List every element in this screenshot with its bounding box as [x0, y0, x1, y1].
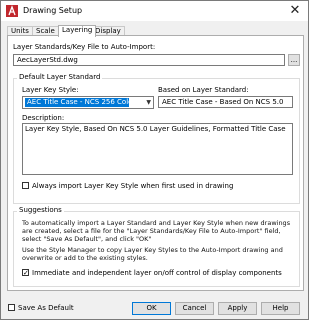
checkmark-icon: ✓: [23, 269, 29, 277]
immediate-control-checkbox[interactable]: ✓: [22, 269, 29, 277]
close-button[interactable]: ✕: [282, 1, 308, 21]
layer-file-label: Layer Standards/Key File to Auto-Import:: [13, 43, 156, 51]
tab-layering[interactable]: Layering: [58, 25, 97, 37]
apply-button[interactable]: Apply: [218, 302, 257, 315]
browse-button[interactable]: ...: [288, 54, 300, 66]
always-import-label: Always import Layer Key Style when first…: [32, 182, 234, 190]
layer-key-style-select[interactable]: AEC Title Case - NCS 256 Color *current …: [22, 96, 154, 109]
title-bar: Drawing Setup ✕: [1, 1, 308, 21]
window-title: Drawing Setup: [23, 6, 83, 15]
suggestions-paragraph-1: To automatically import a Layer Standard…: [22, 219, 291, 243]
chevron-down-icon: ▼: [146, 99, 151, 106]
layer-key-style-value: AEC Title Case - NCS 256 Color *current: [25, 98, 129, 107]
suggestions-paragraph-2: Use the Style Manager to copy Layer Key …: [22, 246, 283, 262]
description-label: Description:: [22, 114, 65, 122]
layer-key-style-label: Layer Key Style:: [22, 86, 79, 94]
autocad-logo-icon: [6, 5, 18, 17]
description-textarea[interactable]: Layer Key Style, Based On NCS 5.0 Layer …: [22, 123, 293, 175]
tab-bar: Units Scale Layering Display: [7, 25, 303, 37]
layering-panel: Layer Standards/Key File to Auto-Import:…: [7, 35, 304, 291]
layer-file-input[interactable]: AecLayerStd.dwg: [13, 54, 285, 66]
immediate-control-label: Immediate and independent layer on/off c…: [32, 269, 282, 277]
ok-button[interactable]: OK: [132, 302, 171, 315]
help-button[interactable]: Help: [261, 302, 300, 315]
based-on-label: Based on Layer Standard:: [158, 86, 249, 94]
suggestions-title: Suggestions: [17, 206, 64, 214]
close-icon: ✕: [289, 3, 301, 18]
drawing-setup-dialog: Drawing Setup ✕ Units Scale Layering Dis…: [0, 0, 309, 320]
cancel-button[interactable]: Cancel: [175, 302, 214, 315]
default-layer-standard-title: Default Layer Standard: [17, 73, 103, 81]
save-as-default-label: Save As Default: [18, 304, 74, 312]
save-as-default-checkbox[interactable]: [8, 304, 15, 311]
always-import-checkbox[interactable]: [22, 182, 29, 189]
based-on-field: AEC Title Case - Based On NCS 5.0: [158, 96, 293, 108]
